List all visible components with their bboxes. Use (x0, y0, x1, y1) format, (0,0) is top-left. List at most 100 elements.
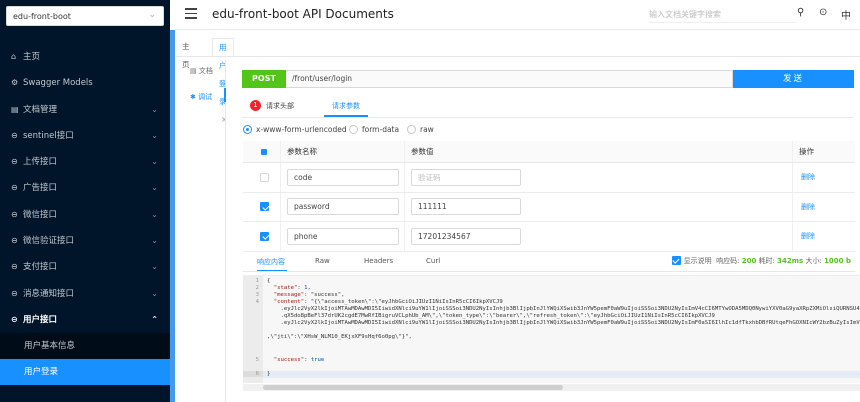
tab-request-headers[interactable]: 请求头部 (266, 101, 294, 111)
param-value-cell: 17201234567 (404, 222, 792, 251)
content-type-radio[interactable]: raw (407, 125, 434, 134)
cube-icon: ⚙ (11, 78, 19, 88)
response-body-editor[interactable]: 1234 5 6 { "state": 1, "message": "success… (243, 275, 860, 383)
horizontal-scrollbar[interactable] (243, 384, 860, 391)
sidebar-item[interactable]: ⊖ 用户接口 ⌃ (0, 307, 170, 333)
tab-doc[interactable]: ▤ 文档 (190, 66, 213, 76)
select-all-checkbox[interactable] (261, 148, 267, 155)
help-icon[interactable]: ⊙ (819, 7, 827, 18)
sidebar-item[interactable]: ▤ 文档管理 ⌄ (0, 97, 170, 123)
sidebar-item-label: 用户接口 (23, 314, 58, 325)
send-button[interactable]: 发送 (733, 70, 854, 88)
delete-link[interactable]: 删除 (801, 231, 815, 241)
sidebar-subitem[interactable]: 用户登录 (0, 359, 170, 386)
sidebar-item-label: 微信验证接口 (23, 236, 75, 247)
sidebar-item[interactable]: ⊖ 微信验证接口 ⌄ (0, 228, 170, 254)
sidebar-item[interactable]: ⊖ 支付接口 ⌄ (0, 254, 170, 280)
time-label: 耗时: (758, 257, 775, 265)
response-time: 342ms (777, 257, 804, 265)
tab-response-headers[interactable]: Headers (364, 257, 393, 265)
line-number-gutter: 1234 5 6 (243, 276, 263, 383)
tab-response-content[interactable]: 响应内容 (257, 257, 285, 267)
top-header: edu-front-boot API Documents 输入文档关键字搜索 ⚲… (175, 0, 860, 30)
content-type-radio[interactable]: x-www-form-urlencoded (243, 125, 347, 134)
radio-circle[interactable] (349, 125, 358, 134)
tab-response-raw[interactable]: Raw (315, 257, 330, 265)
chevron-down-icon: ⌄ (151, 157, 158, 167)
param-name-input[interactable]: code (287, 168, 399, 186)
chevron-down-icon: ⌄ (151, 288, 158, 298)
param-name-input[interactable]: phone (287, 227, 399, 245)
line-number: 2 (255, 285, 259, 291)
language-switch[interactable]: 中 (841, 7, 851, 22)
line-number: 6 (243, 371, 263, 377)
chevron-down-icon: ⌄ (148, 10, 156, 20)
content-type-radio[interactable]: form-data (349, 125, 399, 134)
code-line: { (267, 278, 271, 284)
show-desc-checkbox[interactable] (671, 256, 681, 265)
param-action-cell: 删除 (792, 192, 855, 221)
search-icon[interactable]: ⚲ (797, 7, 804, 18)
radio-circle[interactable] (407, 125, 416, 134)
scrollbar-thumb[interactable] (263, 385, 563, 390)
row-checkbox[interactable] (260, 172, 269, 182)
sidebar-item[interactable]: ⊖ 消息通知接口 ⌄ (0, 281, 170, 307)
sidebar-item[interactable]: ⊖ 微信接口 ⌄ (0, 202, 170, 228)
tab-home[interactable]: 主页 (176, 38, 196, 69)
code-line: ,\"jti\":\"XHsW_NLM10_EKjxXF9sHqf6o0pg\"… (267, 334, 412, 340)
column-header-action: 操作 (792, 141, 855, 162)
row-checkbox[interactable] (260, 231, 269, 241)
request-tabs-divider (242, 117, 854, 118)
line-number: 5 (255, 357, 259, 363)
side-tabs: ▤ 文档 ✱ 调试 (176, 60, 226, 402)
delete-link[interactable]: 删除 (801, 172, 815, 182)
tab-debug[interactable]: ✱ 调试 (190, 92, 212, 102)
sidebar-item-label: 支付接口 (23, 262, 58, 273)
page-title: edu-front-boot API Documents (212, 7, 394, 21)
chevron-down-icon: ⌄ (151, 183, 158, 193)
status-code-label: 响应码: (716, 257, 740, 265)
sidebar-item[interactable]: ⚙ Swagger Models (0, 70, 170, 96)
document-icon: ▤ (11, 104, 19, 114)
radio-label: raw (420, 125, 434, 134)
tab-user-login[interactable]: 用户登录 × (212, 38, 235, 124)
tab-response-curl[interactable]: Curl (426, 257, 440, 265)
radio-circle[interactable] (243, 125, 252, 134)
sidebar-item-label: 广告接口 (23, 183, 58, 194)
line-number: 4 (255, 299, 259, 305)
sidebar-item[interactable]: ⊖ 广告接口 ⌄ (0, 175, 170, 201)
sidebar-item-label: 主页 (23, 52, 41, 62)
response-status: 显示说明 响应码: 200 耗时: 342ms 大小: 1000 b (671, 256, 851, 266)
url-input[interactable]: /front/user/login (286, 70, 733, 88)
param-name-cell: password (280, 192, 404, 221)
sidebar-resize-handle[interactable] (170, 30, 175, 402)
project-select[interactable]: edu-front-boot ⌄ (6, 6, 164, 26)
sidebar-item[interactable]: ⊖ sentinel接口 ⌄ (0, 123, 170, 149)
param-value-input[interactable]: 17201234567 (411, 227, 521, 245)
table-row: phone 17201234567 删除 (243, 222, 855, 252)
row-checkbox[interactable] (260, 202, 269, 212)
params-table: 参数名称 参数值 操作 code 验证码 删除 password 111111 删除 pho… (243, 141, 855, 252)
param-value-input[interactable]: 验证码 (411, 168, 521, 186)
param-action-cell: 删除 (792, 163, 855, 192)
param-value-input[interactable]: 111111 (411, 198, 521, 216)
sidebar-item-label: 消息通知接口 (23, 288, 75, 299)
menu-fold-icon[interactable] (185, 8, 197, 20)
tab-request-params[interactable]: 请求参数 (332, 101, 360, 111)
sidebar-item[interactable]: ⊖ 上传接口 ⌄ (0, 149, 170, 175)
sidebar-item-label: 文档管理 (23, 104, 58, 115)
sidebar-subitem[interactable]: 用户基本信息 (0, 333, 170, 359)
request-bar: POST /front/user/login 发送 (242, 70, 854, 88)
delete-link[interactable]: 删除 (801, 202, 815, 212)
sidebar-item[interactable]: ⌂ 主页 (0, 44, 170, 70)
api-icon: ⊖ (11, 314, 18, 324)
sidebar-menu: ⌂ 主页 ⚙ Swagger Models ▤ 文档管理 ⌄ ⊖ sentinel接口 ⌄ ⊖ 上传接… (0, 44, 170, 386)
search-input[interactable]: 输入文档关键字搜索 (649, 6, 797, 23)
table-header: 参数名称 参数值 操作 (243, 141, 855, 163)
select-all-cell (243, 141, 280, 162)
code-line: .eyJlc2VyX2lkIjoiMTAwMDAwMDI5IiwidXNlci9… (280, 320, 860, 326)
param-name-input[interactable]: password (287, 198, 399, 216)
sidebar-submenu: 用户基本信息 用户登录 (0, 333, 170, 386)
param-name-cell: code (280, 163, 404, 192)
api-icon: ⊖ (11, 183, 18, 193)
